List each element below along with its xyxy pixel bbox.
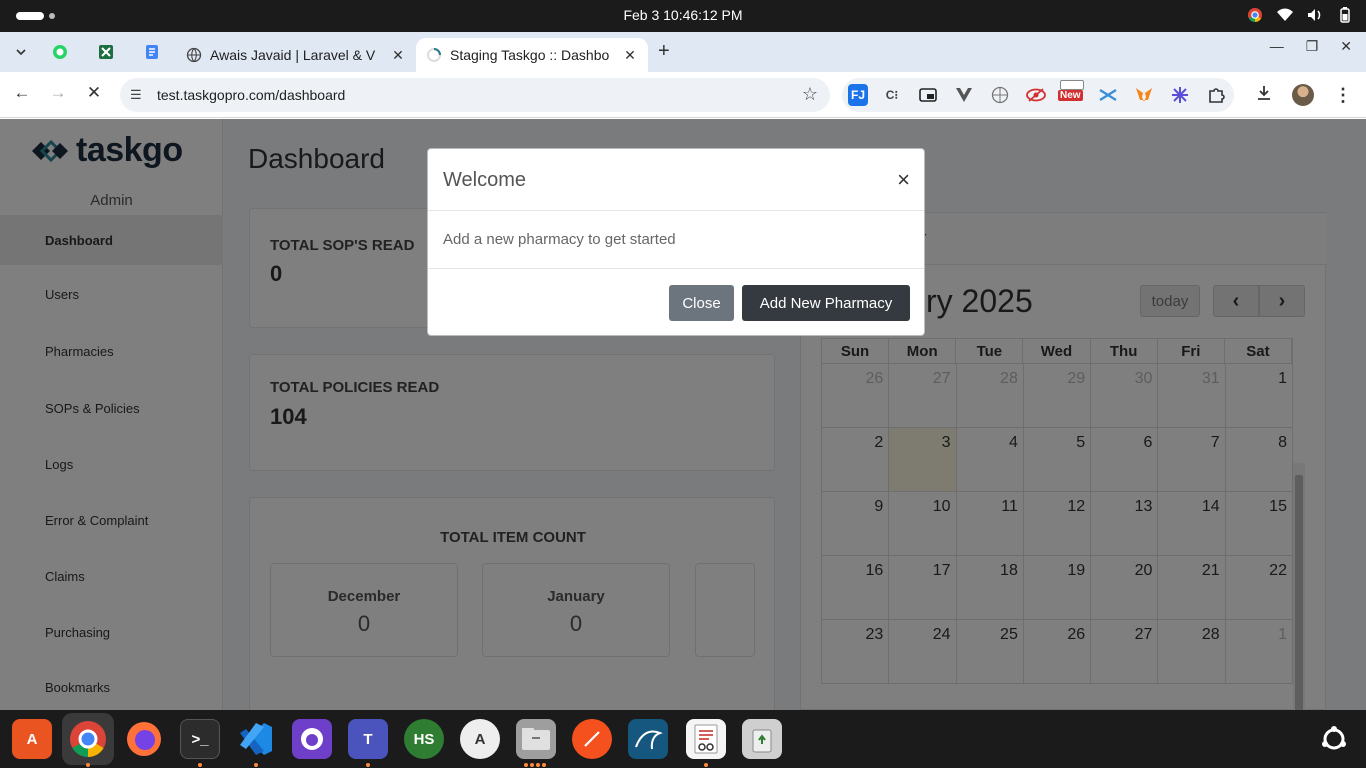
files-icon[interactable] xyxy=(516,719,556,759)
modal-body-text: Add a new pharmacy to get started xyxy=(443,231,676,248)
firefox-icon[interactable] xyxy=(124,719,164,759)
globe-icon xyxy=(186,47,202,63)
site-info-icon[interactable]: ☰ xyxy=(130,87,142,103)
extension-new-icon[interactable]: New xyxy=(1058,80,1084,106)
software-updater-icon[interactable]: A xyxy=(460,719,500,759)
system-clock[interactable]: Feb 3 10:46:12 PM xyxy=(0,7,1366,23)
trash-icon[interactable] xyxy=(742,719,782,759)
github-desktop-icon[interactable] xyxy=(292,719,332,759)
modal-footer-divider xyxy=(428,268,924,269)
stop-loading-icon[interactable]: ✕ xyxy=(82,83,106,107)
extensions-puzzle-icon[interactable] xyxy=(1204,84,1228,106)
add-new-pharmacy-button[interactable]: Add New Pharmacy xyxy=(742,285,910,321)
teams-for-linux-icon[interactable]: T xyxy=(348,719,388,759)
minimize-icon[interactable]: — xyxy=(1270,38,1284,55)
postman-icon[interactable] xyxy=(572,719,612,759)
show-apps-icon[interactable] xyxy=(1314,719,1354,759)
tab-awais-javaid[interactable]: Awais Javaid | Laravel & V ✕ xyxy=(176,38,416,72)
pinned-tab-excel[interactable] xyxy=(93,40,119,64)
os-top-bar: Feb 3 10:46:12 PM xyxy=(0,0,1366,32)
terminal-icon[interactable]: >_ xyxy=(180,719,220,759)
toolbar-right-buttons: ⋮ xyxy=(1256,84,1352,106)
tab-staging-taskgo[interactable]: Staging Taskgo :: Dashbo ✕ xyxy=(416,38,648,72)
extension-star-icon[interactable] xyxy=(1168,84,1192,106)
welcome-modal: Welcome × Add a new pharmacy to get star… xyxy=(427,148,925,336)
loading-spinner-icon xyxy=(427,48,441,62)
wifi-icon[interactable] xyxy=(1276,6,1294,24)
extension-fj-icon[interactable]: FJ xyxy=(848,84,868,106)
extensions-bar: FJ C⁝ New xyxy=(842,78,1234,112)
battery-icon[interactable] xyxy=(1336,6,1354,24)
running-indicator xyxy=(524,763,528,767)
back-arrow-icon[interactable]: ← xyxy=(10,83,34,107)
browser-toolbar: ← → ✕ ☰ test.taskgopro.com/dashboard ☆ F… xyxy=(0,72,1366,118)
chrome-tray-icon[interactable] xyxy=(1246,6,1264,24)
tab-title: Staging Taskgo :: Dashbo xyxy=(450,47,610,63)
mysql-workbench-icon[interactable] xyxy=(628,719,668,759)
extension-pip-icon[interactable] xyxy=(916,84,940,106)
extension-tools-icon[interactable] xyxy=(1096,84,1120,106)
app-center-icon[interactable]: A xyxy=(12,719,52,759)
running-indicator xyxy=(254,763,258,767)
running-indicator xyxy=(198,763,202,767)
url-text[interactable]: test.taskgopro.com/dashboard xyxy=(157,87,345,103)
hs-app-icon[interactable]: HS xyxy=(404,719,444,759)
extension-c-icon[interactable]: C⁝ xyxy=(880,84,904,106)
extension-new-badge: New xyxy=(1058,90,1083,101)
document-viewer-icon[interactable] xyxy=(686,719,726,759)
extension-globe-icon[interactable] xyxy=(988,84,1012,106)
tab-title: Awais Javaid | Laravel & V xyxy=(210,47,376,63)
running-indicator xyxy=(536,763,540,767)
tab-close-icon[interactable]: ✕ xyxy=(390,47,406,64)
modal-title: Welcome xyxy=(443,169,526,191)
browser-tab-strip: Awais Javaid | Laravel & V ✕ Staging Tas… xyxy=(0,32,1366,72)
extension-metamask-icon[interactable] xyxy=(1132,84,1156,106)
close-window-icon[interactable]: ✕ xyxy=(1340,38,1352,55)
running-indicator xyxy=(86,763,90,767)
extension-vue-icon[interactable] xyxy=(952,84,976,106)
os-dock: A >_ T HS A xyxy=(0,710,1366,768)
profile-avatar[interactable] xyxy=(1292,84,1314,106)
bookmark-star-icon[interactable]: ☆ xyxy=(802,84,818,105)
vscode-icon[interactable] xyxy=(236,719,276,759)
extension-eye-icon[interactable] xyxy=(1024,84,1048,106)
tab-close-icon[interactable]: ✕ xyxy=(622,47,638,64)
menu-kebab-icon[interactable]: ⋮ xyxy=(1334,85,1352,106)
window-controls: — ❐ ✕ xyxy=(1270,38,1352,55)
running-indicator xyxy=(704,763,708,767)
pinned-tab-docs[interactable] xyxy=(139,40,165,64)
new-tab-plus-icon[interactable]: + xyxy=(658,40,670,63)
chrome-icon[interactable] xyxy=(68,719,108,759)
running-indicator xyxy=(366,763,370,767)
download-icon[interactable] xyxy=(1256,85,1272,106)
volume-icon[interactable] xyxy=(1306,6,1324,24)
close-button[interactable]: Close xyxy=(669,285,734,321)
pinned-tab-whatsapp[interactable] xyxy=(47,40,73,64)
forward-arrow-icon[interactable]: → xyxy=(46,83,70,107)
running-indicator xyxy=(542,763,546,767)
running-indicator xyxy=(530,763,534,767)
modal-close-icon[interactable]: × xyxy=(897,167,910,193)
restore-icon[interactable]: ❐ xyxy=(1306,38,1319,55)
modal-header: Welcome × xyxy=(428,149,924,211)
system-tray[interactable] xyxy=(1246,6,1354,24)
address-bar[interactable]: ☰ test.taskgopro.com/dashboard ☆ xyxy=(120,78,830,112)
tab-search-button[interactable] xyxy=(8,40,34,64)
